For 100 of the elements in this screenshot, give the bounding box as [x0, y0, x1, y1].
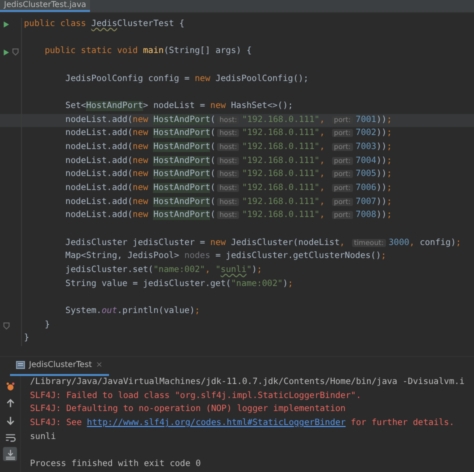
- keyword: ,: [320, 196, 326, 207]
- code-text: )): [376, 196, 387, 207]
- docs-link[interactable]: http://www.slf4j.org/codes.html#StaticLoggerBinder: [86, 418, 346, 428]
- number-literal: 7005: [356, 169, 376, 180]
- fold-icon[interactable]: [3, 322, 10, 330]
- code-text: }: [44, 320, 50, 330]
- code-text: JedisPoolConfig config =: [65, 74, 191, 84]
- code-text: HashSet<>();: [230, 101, 294, 112]
- keyword: ,: [320, 183, 326, 194]
- code-text: (String[] args) {: [164, 46, 252, 56]
- code-text: > nodeList =: [143, 101, 206, 112]
- number-literal: 3000: [388, 238, 410, 248]
- keyword: ;: [256, 265, 262, 276]
- code-text: ClusterTest {: [117, 19, 184, 29]
- code-text: Map<String, JedisPool>: [65, 251, 180, 262]
- code-text: ): [252, 265, 257, 276]
- code-text: )): [376, 183, 387, 194]
- keyword: ;: [386, 169, 392, 180]
- console-icon: [16, 360, 25, 368]
- error-line: SLF4J: Failed to load class "org.slf4j.impl.StaticLoggerBinder".: [30, 390, 362, 401]
- keyword: ,: [320, 114, 326, 125]
- keyword: new: [210, 238, 226, 248]
- method-name: main: [143, 46, 164, 56]
- code-text: JedisCluster(nodeList: [230, 238, 340, 248]
- keyword: public class: [24, 19, 88, 29]
- keyword: ;: [386, 196, 392, 207]
- variable-name: nodes: [184, 251, 210, 262]
- code-text: String value = jedisCluster.get(: [65, 278, 231, 289]
- file-tab[interactable]: JedisClusterTest.java: [0, 0, 90, 12]
- keyword: new: [132, 210, 150, 220]
- close-icon[interactable]: ×: [96, 360, 103, 369]
- keyword: ,: [205, 265, 212, 276]
- string-literal: "name:002": [153, 265, 206, 276]
- string-literal: sunli: [220, 265, 247, 276]
- code-text: config): [420, 238, 456, 248]
- keyword: ;: [386, 142, 392, 152]
- code-text: }: [24, 333, 30, 344]
- keyword: ,: [340, 238, 346, 248]
- code-text: (: [210, 142, 216, 152]
- keyword: ;: [386, 114, 392, 125]
- code-text: = jedisCluster.getClusterNodes(): [214, 251, 382, 262]
- string-literal: "192.168.0.111": [242, 142, 320, 152]
- string-literal: ": [215, 265, 221, 276]
- keyword: ,: [320, 142, 326, 152]
- console-line: /Library/Java/JavaVirtualMachines/jdk-11.0.7.jdk/Contents/Home/bin/java -Dvisualvm.i: [30, 377, 465, 387]
- keyword: new: [132, 156, 150, 166]
- keyword: new: [210, 101, 226, 112]
- class-name: HostAndPort: [153, 210, 210, 220]
- keyword: ,: [409, 238, 416, 248]
- keyword: new: [132, 196, 150, 207]
- class-name: HostAndPort: [153, 114, 210, 125]
- fold-icon[interactable]: [12, 48, 19, 56]
- number-literal: 7004: [356, 156, 376, 166]
- string-literal: "192.168.0.111": [242, 169, 320, 180]
- keyword: ;: [288, 278, 294, 289]
- class-name: HostAndPort: [153, 183, 210, 194]
- code-text: (: [210, 114, 216, 125]
- code-text: nodeList.add(: [65, 169, 133, 180]
- run-icon[interactable]: [3, 21, 9, 28]
- run-tab[interactable]: JedisClusterTest ×: [10, 355, 109, 376]
- code-text: (: [210, 128, 216, 138]
- code-text: nodeList.add(: [65, 142, 133, 152]
- scroll-end-button[interactable]: [3, 447, 17, 461]
- number-literal: 7008: [356, 210, 376, 220]
- code-text: nodeList.add(: [65, 210, 133, 220]
- error-line: SLF4J: Defaulting to no-operation (NOP) logger implementation: [30, 404, 346, 414]
- console-line: sunli: [30, 432, 56, 442]
- keyword: ,: [320, 156, 326, 166]
- error-line: SLF4J: See http://www.slf4j.org/codes.html#StaticLoggerBinder for further details.: [30, 418, 454, 428]
- code-text: )): [376, 210, 387, 220]
- keyword: new: [132, 114, 150, 125]
- code-text: Jedis: [91, 19, 118, 29]
- number-literal: 7007: [356, 196, 376, 207]
- keyword: new: [132, 142, 150, 152]
- keyword: new: [194, 74, 210, 84]
- keyword: ;: [386, 183, 392, 194]
- number-literal: 7006: [356, 183, 376, 194]
- class-name: HostAndPort: [153, 142, 210, 152]
- number-literal: 7003: [356, 142, 376, 152]
- code-text: (: [210, 169, 216, 180]
- string-literal: "name:002": [230, 278, 283, 289]
- code-text: nodeList.add(: [65, 156, 133, 166]
- code-text: nodeList.add(: [65, 128, 133, 138]
- number-literal: 7001: [356, 114, 376, 125]
- tab-label: JedisClusterTest: [29, 360, 92, 369]
- string-literal: "192.168.0.111": [242, 210, 320, 220]
- keyword: public static void: [44, 46, 139, 56]
- number-literal: 7002: [356, 128, 376, 138]
- keyword: new: [132, 183, 150, 194]
- run-icon[interactable]: [3, 48, 9, 56]
- code-text: (: [210, 183, 216, 194]
- keyword: ;: [386, 128, 392, 138]
- code-text: )): [376, 114, 387, 125]
- code-text: Set<: [65, 101, 86, 112]
- field-name: out: [102, 306, 118, 316]
- string-literal: ": [246, 265, 252, 276]
- code-text: JedisCluster jedisCluster =: [65, 238, 206, 248]
- class-name: HostAndPort: [86, 101, 144, 112]
- class-name: HostAndPort: [153, 169, 210, 180]
- keyword: new: [132, 128, 150, 138]
